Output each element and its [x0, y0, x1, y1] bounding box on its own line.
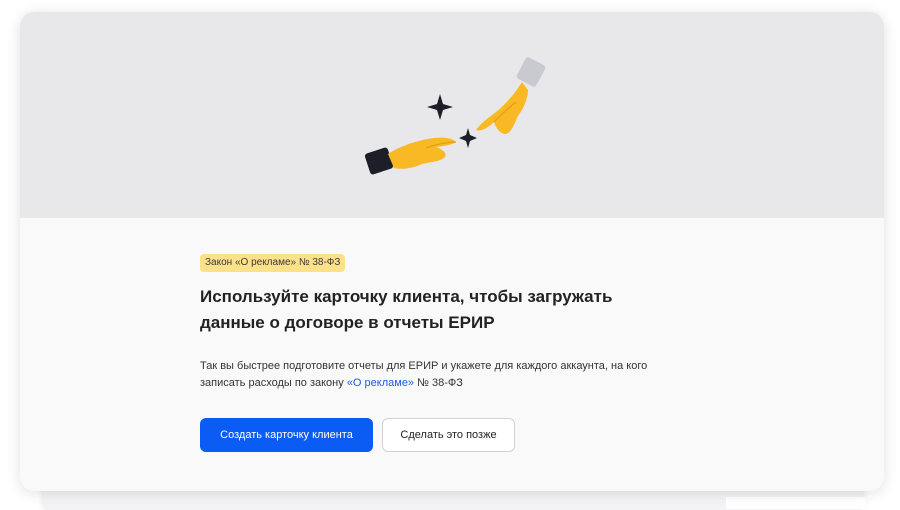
hands-reaching-sparkles-icon — [364, 57, 546, 175]
create-client-card-button[interactable]: Создать карточку клиента — [200, 418, 373, 452]
modal-actions: Создать карточку клиента Сделать это поз… — [200, 418, 720, 452]
sparkle-large-icon — [427, 94, 453, 120]
modal-title: Используйте карточку клиента, чтобы загр… — [200, 287, 613, 332]
law-link[interactable]: «О рекламе» — [347, 377, 414, 389]
modal-content: Закон «О рекламе» № 38-ФЗ Используйте ка… — [200, 252, 720, 452]
law-badge: Закон «О рекламе» № 38-ФЗ — [200, 254, 346, 272]
modal-description: Так вы быстрее подготовите отчеты для ЕР… — [200, 358, 680, 392]
client-card-modal: Закон «О рекламе» № 38-ФЗ Используйте ка… — [20, 12, 884, 491]
left-hand-icon — [364, 137, 457, 175]
hero-banner — [20, 12, 884, 218]
do-it-later-button[interactable]: Сделать это позже — [382, 418, 515, 452]
right-hand-icon — [476, 57, 546, 134]
description-suffix: № 38-ФЗ — [414, 377, 463, 389]
sparkle-small-icon — [459, 128, 477, 148]
background-card-edge — [726, 497, 866, 509]
